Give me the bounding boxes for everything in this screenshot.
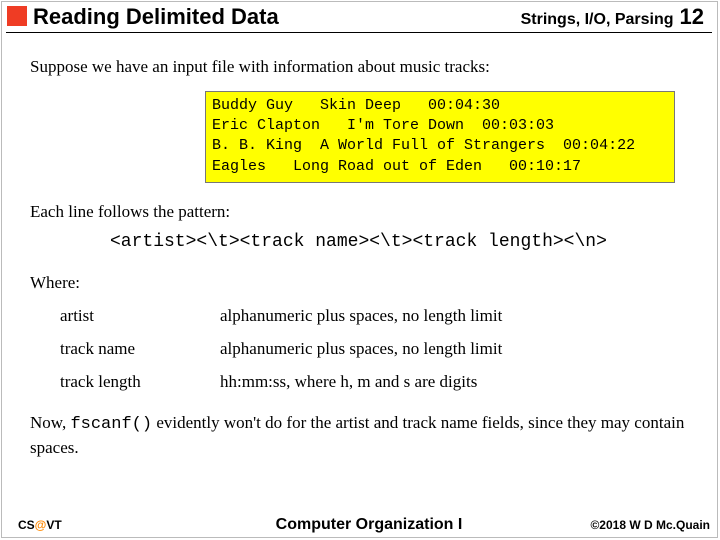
def-tracklength-term: track length: [60, 371, 220, 394]
sample-data-box: Buddy Guy Skin Deep 00:04:30 Eric Clapto…: [205, 91, 675, 183]
slide-number: 12: [680, 4, 704, 30]
pattern-line: <artist><\t><track name><\t><track lengt…: [110, 230, 700, 254]
def-tracklength: track length hh:mm:ss, where h, m and s …: [60, 371, 700, 394]
code-line-4: Eagles Long Road out of Eden 00:10:17: [212, 158, 581, 175]
def-trackname-desc: alphanumeric plus spaces, no length limi…: [220, 338, 502, 361]
slide-title: Reading Delimited Data: [33, 4, 521, 30]
outro-code: fscanf(): [70, 415, 152, 434]
where-label: Where:: [30, 272, 700, 295]
pattern-intro: Each line follows the pattern:: [30, 201, 700, 224]
footer-left: CS@VT: [18, 518, 198, 532]
code-line-1: Buddy Guy Skin Deep 00:04:30: [212, 97, 500, 114]
def-artist-term: artist: [60, 305, 220, 328]
def-artist-desc: alphanumeric plus spaces, no length limi…: [220, 305, 502, 328]
code-line-3: B. B. King A World Full of Strangers 00:…: [212, 137, 635, 154]
code-line-2: Eric Clapton I'm Tore Down 00:03:03: [212, 117, 554, 134]
def-artist: artist alphanumeric plus spaces, no leng…: [60, 305, 700, 328]
content-area: Suppose we have an input file with infor…: [30, 52, 700, 460]
header-rule: [6, 32, 712, 33]
subtopic-label: Strings, I/O, Parsing: [521, 11, 674, 29]
footer-vt: VT: [46, 518, 61, 532]
outro-text: Now, fscanf() evidently won't do for the…: [30, 412, 700, 460]
accent-box: [7, 6, 27, 26]
header: Reading Delimited Data Strings, I/O, Par…: [33, 4, 710, 30]
footer-at: @: [35, 518, 47, 532]
footer-cs: CS: [18, 518, 35, 532]
def-trackname-term: track name: [60, 338, 220, 361]
footer-center: Computer Organization I: [198, 516, 540, 534]
outro-a: Now,: [30, 413, 70, 432]
footer: CS@VT Computer Organization I ©2018 W D …: [0, 516, 720, 534]
footer-right: ©2018 W D Mc.Quain: [540, 518, 710, 532]
intro-text: Suppose we have an input file with infor…: [30, 56, 700, 79]
def-trackname: track name alphanumeric plus spaces, no …: [60, 338, 700, 361]
def-tracklength-desc: hh:mm:ss, where h, m and s are digits: [220, 371, 477, 394]
